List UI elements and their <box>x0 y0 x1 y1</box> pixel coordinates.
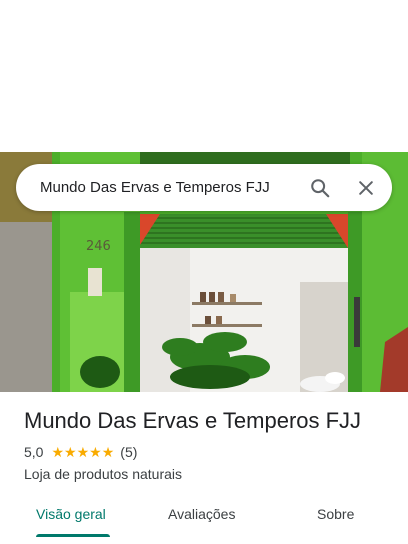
search-bar[interactable]: Mundo Das Ervas e Temperos FJJ <box>16 164 392 211</box>
search-query-text[interactable]: Mundo Das Ervas e Temperos FJJ <box>40 179 300 196</box>
place-tabs: Visão geral Avaliações Sobre <box>0 494 408 538</box>
active-tab-indicator <box>36 534 110 537</box>
rating-row[interactable]: 5,0 ★ ★ ★ ★ ★ (5) <box>24 444 137 460</box>
tab-reviews[interactable]: Avaliações <box>168 494 235 534</box>
place-category[interactable]: Loja de produtos naturais <box>24 466 182 482</box>
rating-value: 5,0 <box>24 444 44 460</box>
tab-about[interactable]: Sobre <box>317 494 354 534</box>
star-icon: ★ <box>76 444 90 460</box>
close-button[interactable] <box>346 168 386 208</box>
house-number: 246 <box>86 239 111 254</box>
search-button[interactable] <box>300 168 340 208</box>
place-title: Mundo Das Ervas e Temperos FJJ <box>24 408 362 433</box>
close-icon <box>359 180 373 195</box>
star-icon: ★ <box>89 444 102 460</box>
star-icon: ★ <box>51 444 65 460</box>
rating-stars: ★ ★ ★ ★ ★ <box>51 445 114 459</box>
tab-overview[interactable]: Visão geral <box>36 494 106 534</box>
star-icon: ★ <box>64 444 77 460</box>
review-count[interactable]: (5) <box>120 444 137 460</box>
search-icon <box>311 178 330 197</box>
star-icon: ★ <box>101 444 115 460</box>
